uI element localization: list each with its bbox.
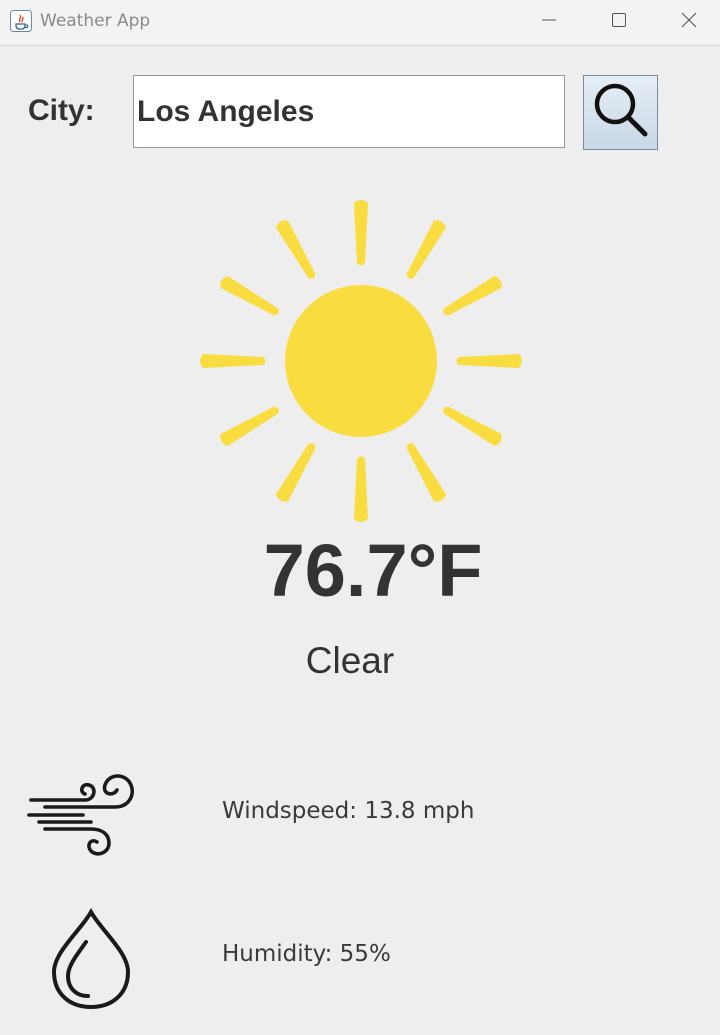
sun-icon [198, 198, 524, 524]
maximize-button[interactable] [584, 0, 654, 45]
search-button[interactable] [583, 75, 658, 150]
city-label: City: [28, 94, 95, 127]
water-drop-icon [48, 907, 134, 1012]
minimize-icon [541, 12, 557, 33]
title-bar: Weather App [0, 0, 720, 46]
close-button[interactable] [654, 0, 720, 45]
window-title: Weather App [40, 11, 151, 31]
temperature-text: 76.7°F [263, 529, 483, 612]
close-icon [681, 12, 697, 33]
humidity-text: Humidity: 55% [222, 941, 391, 967]
weather-app-window: Weather App City: Los Angeles 76.7°F Cle… [0, 0, 720, 1035]
minimize-button[interactable] [514, 0, 584, 45]
wind-icon [25, 765, 145, 865]
magnifier-icon [590, 80, 652, 145]
maximize-icon [611, 12, 627, 33]
windspeed-text: Windspeed: 13.8 mph [222, 798, 475, 824]
city-input[interactable] [133, 75, 565, 148]
java-cup-icon [10, 10, 32, 32]
condition-text: Clear [305, 640, 395, 681]
